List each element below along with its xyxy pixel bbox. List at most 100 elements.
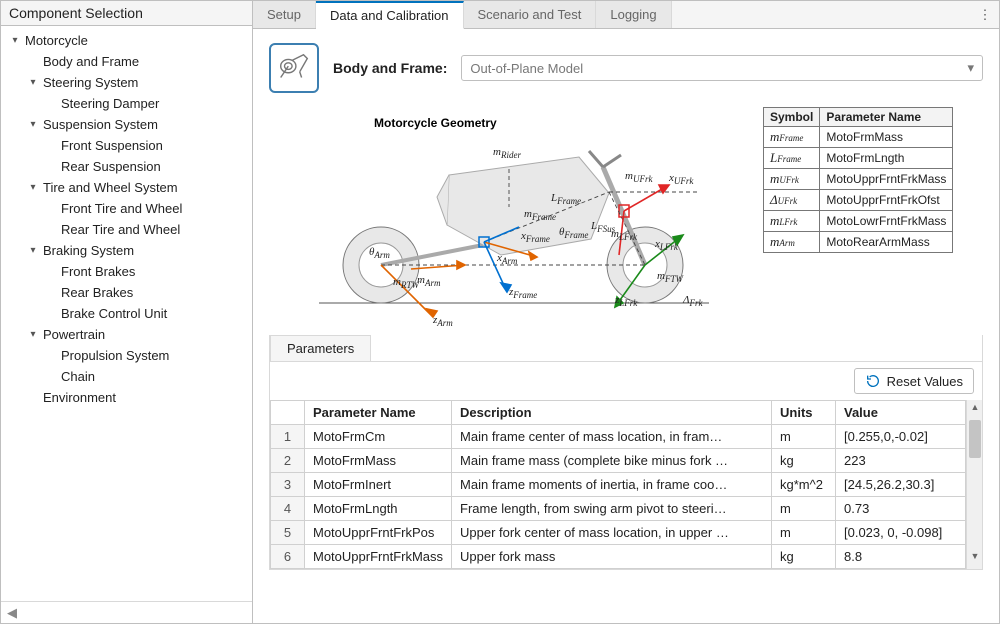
row-number: 3 bbox=[271, 473, 305, 497]
tree-item-label: Tire and Wheel System bbox=[43, 180, 178, 195]
expander-icon[interactable]: ▾ bbox=[27, 182, 39, 193]
tree-item[interactable]: Propulsion System bbox=[1, 345, 252, 366]
tree-item-label: Front Tire and Wheel bbox=[61, 201, 182, 216]
tree-item[interactable]: Environment bbox=[1, 387, 252, 408]
tree-item[interactable]: ▾ Braking System bbox=[1, 240, 252, 261]
cell-value[interactable]: 8.8 bbox=[836, 545, 966, 569]
cell-desc[interactable]: Upper fork center of mass location, in u… bbox=[452, 521, 772, 545]
cell-desc[interactable]: Frame length, from swing arm pivot to st… bbox=[452, 497, 772, 521]
tree-item[interactable]: Rear Tire and Wheel bbox=[1, 219, 252, 240]
expander-icon[interactable]: ▾ bbox=[27, 119, 39, 130]
tree-item[interactable]: ▾ Powertrain bbox=[1, 324, 252, 345]
svg-text:mUFrk: mUFrk bbox=[625, 170, 653, 184]
legend-row: LFrameMotoFrmLngth bbox=[764, 148, 953, 169]
expander-icon[interactable]: ▾ bbox=[27, 77, 39, 88]
table-row[interactable]: 5MotoUpprFrntFrkPosUpper fork center of … bbox=[271, 521, 966, 545]
tree-item[interactable]: ▾ Motorcycle bbox=[1, 30, 252, 51]
table-column-header[interactable]: Description bbox=[452, 401, 772, 425]
left-panel-footer: ◀ bbox=[1, 601, 252, 623]
cell-name[interactable]: MotoFrmInert bbox=[305, 473, 452, 497]
tree-item[interactable]: Steering Damper bbox=[1, 93, 252, 114]
cell-units[interactable]: m bbox=[772, 521, 836, 545]
reset-values-button[interactable]: Reset Values bbox=[854, 368, 974, 394]
tree-item-label: Rear Brakes bbox=[61, 285, 133, 300]
tree-item[interactable]: Chain bbox=[1, 366, 252, 387]
scroll-up-icon[interactable]: ▲ bbox=[967, 402, 982, 418]
tree-item-label: Propulsion System bbox=[61, 348, 169, 363]
cell-name[interactable]: MotoFrmCm bbox=[305, 425, 452, 449]
top-tab[interactable]: Setup bbox=[253, 1, 316, 28]
tree-item[interactable]: Front Tire and Wheel bbox=[1, 198, 252, 219]
cell-units[interactable]: kg bbox=[772, 449, 836, 473]
collapse-left-icon[interactable]: ◀ bbox=[7, 605, 17, 621]
tree-item[interactable]: Front Suspension bbox=[1, 135, 252, 156]
tree-item[interactable]: Rear Brakes bbox=[1, 282, 252, 303]
table-column-header[interactable] bbox=[271, 401, 305, 425]
kebab-menu-icon[interactable]: ⋮ bbox=[971, 1, 999, 28]
cell-units[interactable]: kg bbox=[772, 545, 836, 569]
cell-desc[interactable]: Upper fork mass bbox=[452, 545, 772, 569]
tree-item-label: Front Brakes bbox=[61, 264, 135, 279]
cell-name[interactable]: MotoFrmLngth bbox=[305, 497, 452, 521]
tree-item[interactable]: ▾ Suspension System bbox=[1, 114, 252, 135]
cell-desc[interactable]: Main frame moments of inertia, in frame … bbox=[452, 473, 772, 497]
tree-item-label: Rear Tire and Wheel bbox=[61, 222, 180, 237]
table-row[interactable]: 6MotoUpprFrntFrkMassUpper fork masskg8.8 bbox=[271, 545, 966, 569]
cell-value[interactable]: [0.255,0,-0.02] bbox=[836, 425, 966, 449]
parameters-table[interactable]: Parameter NameDescriptionUnitsValue 1Mot… bbox=[270, 400, 966, 569]
tree-item-label: Steering System bbox=[43, 75, 138, 90]
tree-item[interactable]: Body and Frame bbox=[1, 51, 252, 72]
svg-text:mRider: mRider bbox=[493, 146, 521, 160]
cell-desc[interactable]: Main frame center of mass location, in f… bbox=[452, 425, 772, 449]
component-icon[interactable] bbox=[269, 43, 319, 93]
svg-text:mArm: mArm bbox=[417, 274, 441, 288]
tree-item-label: Powertrain bbox=[43, 327, 105, 342]
table-column-header[interactable]: Units bbox=[772, 401, 836, 425]
tree-item-label: Motorcycle bbox=[25, 33, 88, 48]
expander-icon[interactable]: ▾ bbox=[27, 245, 39, 256]
legend-row: mLFrkMotoLowrFrntFrkMass bbox=[764, 211, 953, 232]
cell-units[interactable]: m bbox=[772, 497, 836, 521]
cell-units[interactable]: m bbox=[772, 425, 836, 449]
tree-item[interactable]: Brake Control Unit bbox=[1, 303, 252, 324]
cell-units[interactable]: kg*m^2 bbox=[772, 473, 836, 497]
tree-item-label: Braking System bbox=[43, 243, 134, 258]
table-row[interactable]: 2MotoFrmMassMain frame mass (complete bi… bbox=[271, 449, 966, 473]
tree-item-label: Suspension System bbox=[43, 117, 158, 132]
cell-value[interactable]: [24.5,26.2,30.3] bbox=[836, 473, 966, 497]
expander-icon[interactable]: ▾ bbox=[27, 329, 39, 340]
tree-item-label: Steering Damper bbox=[61, 96, 159, 111]
cell-name[interactable]: MotoUpprFrntFrkPos bbox=[305, 521, 452, 545]
chevron-down-icon: ▾ bbox=[967, 60, 974, 76]
cell-value[interactable]: 0.73 bbox=[836, 497, 966, 521]
table-row[interactable]: 4MotoFrmLngthFrame length, from swing ar… bbox=[271, 497, 966, 521]
cell-name[interactable]: MotoFrmMass bbox=[305, 449, 452, 473]
scroll-thumb[interactable] bbox=[969, 420, 981, 458]
table-row[interactable]: 1MotoFrmCmMain frame center of mass loca… bbox=[271, 425, 966, 449]
tree-item[interactable]: Front Brakes bbox=[1, 261, 252, 282]
table-column-header[interactable]: Parameter Name bbox=[305, 401, 452, 425]
tree-item[interactable]: ▾ Tire and Wheel System bbox=[1, 177, 252, 198]
scroll-down-icon[interactable]: ▼ bbox=[967, 551, 982, 567]
cell-desc[interactable]: Main frame mass (complete bike minus for… bbox=[452, 449, 772, 473]
component-tree[interactable]: ▾ Motorcycle Body and Frame ▾ Steering Syste… bbox=[1, 26, 252, 601]
cell-value[interactable]: 223 bbox=[836, 449, 966, 473]
tree-item[interactable]: ▾ Steering System bbox=[1, 72, 252, 93]
svg-text:xUFrk: xUFrk bbox=[668, 172, 694, 186]
table-column-header[interactable]: Value bbox=[836, 401, 966, 425]
table-scrollbar[interactable]: ▲ ▼ bbox=[966, 400, 982, 569]
top-tab[interactable]: Data and Calibration bbox=[316, 1, 464, 29]
expander-icon[interactable]: ▾ bbox=[9, 35, 21, 46]
cell-name[interactable]: MotoUpprFrntFrkMass bbox=[305, 545, 452, 569]
top-tab[interactable]: Scenario and Test bbox=[464, 1, 597, 28]
table-row[interactable]: 3MotoFrmInertMain frame moments of inert… bbox=[271, 473, 966, 497]
model-select[interactable]: Out-of-Plane Model ▾ bbox=[461, 55, 983, 81]
tree-item-label: Environment bbox=[43, 390, 116, 405]
parameters-section: Parameters Reset Values Parameter NameDe… bbox=[269, 335, 983, 570]
cell-value[interactable]: [0.023, 0, -0.098] bbox=[836, 521, 966, 545]
tab-parameters[interactable]: Parameters bbox=[270, 335, 371, 361]
top-tab[interactable]: Logging bbox=[596, 1, 671, 28]
svg-text:zFrame: zFrame bbox=[508, 286, 537, 300]
tree-item-label: Brake Control Unit bbox=[61, 306, 167, 321]
tree-item[interactable]: Rear Suspension bbox=[1, 156, 252, 177]
